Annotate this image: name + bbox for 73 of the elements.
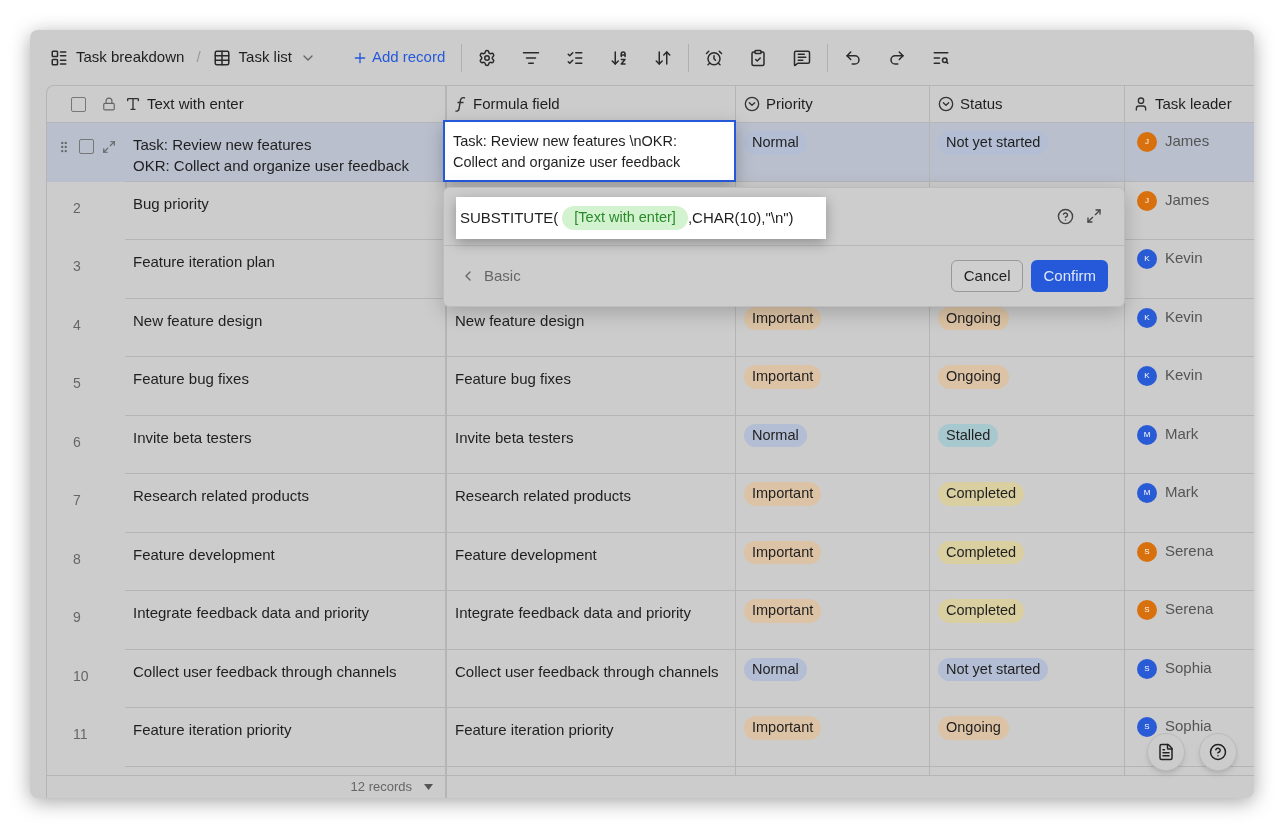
table-cell-text: Feature bug fixes	[133, 369, 250, 389]
tag: Completed	[938, 599, 1025, 623]
row-number: 5	[72, 374, 81, 393]
avatar: K	[1137, 307, 1157, 328]
tag: Completed	[938, 540, 1025, 565]
avatar: S	[1137, 600, 1157, 620]
tag: Normal	[744, 423, 807, 448]
person-name: Sophia	[1165, 716, 1212, 736]
table-cell-text: Research related products	[455, 487, 631, 504]
formula-text: SUBSTITUTE(	[460, 207, 559, 228]
tag: Stalled	[938, 423, 999, 448]
table-cell-text: Feature bug fixes	[455, 370, 571, 387]
formula-text: ,CHAR(10),"\n")	[687, 207, 794, 228]
table-cell-text: Collect user feedback through channels	[133, 661, 398, 682]
table-cell-text: New feature design	[133, 310, 264, 331]
row-number: 7	[72, 491, 81, 510]
tag: Normal	[744, 657, 807, 682]
tag: Not yet started	[938, 657, 1049, 682]
row-number: 6	[72, 432, 81, 452]
person-name: Kevin	[1165, 248, 1203, 268]
table-cell-text: Collect user feedback through channels	[455, 662, 719, 680]
tag: Ongoing	[938, 716, 1009, 740]
table-cell-text: OKR: Collect and organize user feedback	[133, 156, 410, 176]
tag: Important	[744, 716, 822, 740]
table-cell-text: Integrate feedback data and priority	[455, 604, 691, 621]
person-name: Serena	[1165, 599, 1214, 619]
table-cell-text: Feature iteration priority	[455, 721, 614, 738]
avatar: S	[1137, 541, 1157, 562]
table-cell-text: Research related products	[133, 486, 310, 506]
person-name: James	[1165, 131, 1210, 151]
avatar: K	[1137, 366, 1157, 386]
avatar: J	[1137, 132, 1157, 152]
table-cell-text: New feature design	[455, 311, 585, 329]
avatar: S	[1137, 717, 1157, 737]
row-number: 3	[72, 257, 81, 276]
breadcrumb-separator: /	[196, 47, 201, 68]
avatar: S	[1137, 658, 1157, 679]
table-cell-text: Integrate feedback data and priority	[133, 603, 370, 623]
tag: Completed	[938, 482, 1025, 506]
person-name: Mark	[1165, 482, 1199, 502]
tag: Ongoing	[938, 365, 1009, 389]
avatar: K	[1137, 249, 1157, 269]
table-cell-text: Feature iteration plan	[133, 252, 276, 272]
tag: Important	[744, 306, 822, 331]
table-cell-text: Bug priority	[133, 193, 210, 214]
person-name: Sophia	[1165, 657, 1212, 678]
row-number: 11	[72, 725, 88, 744]
tag: Important	[744, 540, 822, 565]
row-number: 10	[72, 666, 89, 686]
table-cell-text: Feature development	[133, 544, 276, 565]
row-number: 9	[72, 608, 81, 627]
avatar: M	[1137, 483, 1157, 503]
person-name: James	[1165, 189, 1210, 210]
person-name: Kevin	[1165, 365, 1203, 385]
table-cell-text: Invite beta testers	[133, 427, 253, 448]
tag: Important	[744, 482, 822, 506]
row-number: 2	[72, 198, 81, 218]
person-name: Kevin	[1165, 306, 1203, 327]
avatar: J	[1137, 190, 1157, 211]
tag: Not yet started	[938, 131, 1049, 155]
tag: Ongoing	[938, 306, 1009, 331]
avatar: M	[1137, 424, 1157, 445]
tag: Important	[744, 365, 822, 389]
table-cell-text: Feature development	[455, 545, 597, 563]
table-cell-text: Feature iteration priority	[133, 720, 293, 740]
row-number: 4	[72, 315, 81, 335]
person-name: Mark	[1165, 423, 1199, 444]
tag: Important	[744, 599, 822, 623]
row-number: 8	[72, 549, 81, 569]
person-name: Serena	[1165, 540, 1214, 561]
tag: Normal	[744, 131, 807, 155]
table-cell-text: Invite beta testers	[455, 428, 574, 446]
table-cell-text: Task: Review new features	[133, 135, 313, 155]
